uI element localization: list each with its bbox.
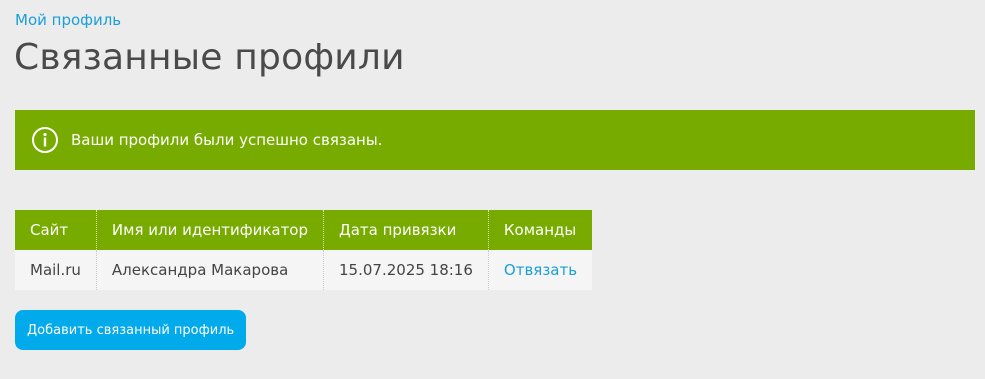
breadcrumb-my-profile[interactable]: Мой профиль (15, 10, 121, 30)
column-header-site: Сайт (15, 210, 97, 250)
page-title: Связанные профили (14, 37, 405, 78)
success-text: Ваши профили были успешно связаны. (71, 131, 383, 149)
success-message: Ваши профили были успешно связаны. (15, 110, 975, 170)
column-header-date: Дата привязки (323, 210, 489, 250)
linked-profiles-table: Сайт Имя или идентификатор Дата привязки… (15, 210, 593, 290)
table-header-row: Сайт Имя или идентификатор Дата привязки… (15, 210, 593, 250)
add-linked-profile-button[interactable]: Добавить связанный профиль (15, 310, 247, 350)
table-row: Mail.ru Александра Макарова 15.07.2025 1… (15, 250, 593, 290)
unlink-link[interactable]: Отвязать (504, 261, 577, 279)
cell-commands: Отвязать (488, 250, 593, 290)
column-header-commands: Команды (488, 210, 593, 250)
cell-date: 15.07.2025 18:16 (323, 250, 489, 290)
column-header-name: Имя или идентификатор (96, 210, 325, 250)
info-icon (31, 126, 59, 154)
cell-site: Mail.ru (15, 250, 97, 290)
cell-name: Александра Макарова (96, 250, 325, 290)
